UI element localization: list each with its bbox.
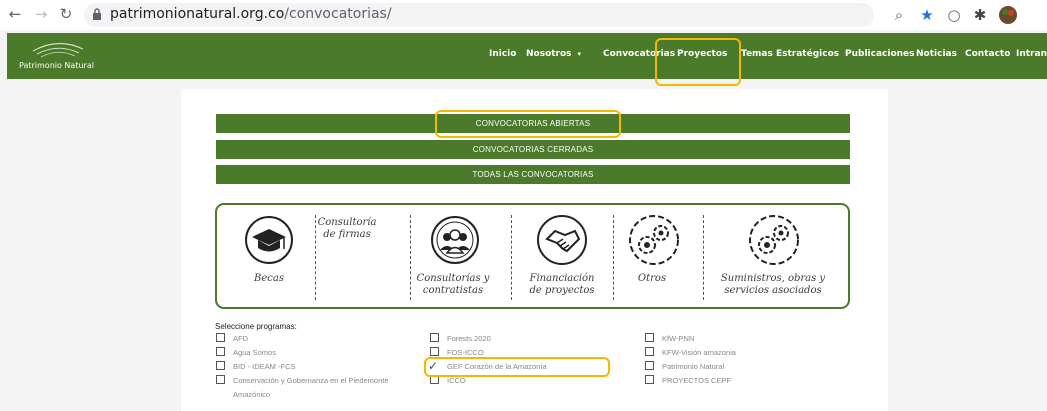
program-label: Amazónico xyxy=(233,390,271,399)
site-logo[interactable]: Patrimonio Natural xyxy=(19,39,99,73)
category-consultoria-firmas[interactable]: Consultoría de firmas xyxy=(317,217,377,241)
checkbox-fos-icco[interactable] xyxy=(430,347,439,356)
program-label: PROYECTOS CEPF xyxy=(662,376,732,385)
back-icon[interactable]: ← xyxy=(6,5,24,23)
category-financiacion[interactable]: Financiación de proyectos xyxy=(512,273,612,297)
puzzle-icon[interactable]: ✱ xyxy=(970,5,990,25)
site-header: Patrimonio Natural Inicio Nosotros ▾ Conv… xyxy=(7,33,1047,79)
nav-nosotros[interactable]: Nosotros ▾ xyxy=(526,49,581,59)
programs-title: Seleccione programas: xyxy=(215,322,297,331)
logo-mark-icon xyxy=(32,42,84,58)
gears-icon[interactable] xyxy=(747,213,801,267)
checkbox-afd[interactable] xyxy=(216,333,225,342)
category-consultorias-contratistas[interactable]: Consultorías y contratistas xyxy=(403,273,503,297)
lock-icon xyxy=(93,8,101,20)
checkbox-conservacion-gobernanza[interactable] xyxy=(216,375,225,384)
checkbox-forests-2020[interactable] xyxy=(430,333,439,342)
avatar[interactable] xyxy=(998,5,1018,25)
people-icon[interactable] xyxy=(430,215,480,265)
highlight-box xyxy=(655,38,741,86)
extension-circle-icon[interactable]: ○ xyxy=(944,5,964,25)
graduation-cap-icon[interactable] xyxy=(244,215,294,265)
reload-icon[interactable]: ↻ xyxy=(57,5,75,23)
nav-publicaciones[interactable]: Publicaciones xyxy=(845,49,915,59)
divider xyxy=(703,215,704,300)
checkbox-kfw-vision-amazonia[interactable] xyxy=(645,347,654,356)
nav-inicio[interactable]: Inicio xyxy=(489,49,516,59)
checkbox-proyectos-cepf[interactable] xyxy=(645,375,654,384)
divider xyxy=(315,215,316,300)
nav-intranet[interactable]: Intrane xyxy=(1016,49,1047,59)
chevron-down-icon: ▾ xyxy=(577,50,582,58)
browser-toolbar: ← → ↻ patrimonionatural.org.co/convocato… xyxy=(0,0,1047,30)
category-becas[interactable]: Becas xyxy=(234,273,304,285)
program-label: Patrimonio Natural xyxy=(662,362,725,371)
highlight-box xyxy=(435,110,621,138)
handshake-icon[interactable] xyxy=(535,213,589,267)
nav-noticias[interactable]: Noticias xyxy=(916,49,957,59)
closed-calls-button[interactable]: CONVOCATORIAS CERRADAS xyxy=(216,140,850,159)
program-label: Conservación y Gobernanza en el Piedemon… xyxy=(233,376,389,385)
program-label: KFW-Visión amazonia xyxy=(662,348,736,357)
logo-text: Patrimonio Natural xyxy=(19,61,94,70)
program-label: ICCO xyxy=(447,376,466,385)
checkbox-kfw-pnn[interactable] xyxy=(645,333,654,342)
program-label: AFD xyxy=(233,334,248,343)
category-suministros[interactable]: Suministros, obras y servicios asociados xyxy=(705,273,841,297)
category-otros[interactable]: Otros xyxy=(617,273,687,285)
star-icon[interactable]: ★ xyxy=(917,5,937,25)
category-box: Becas Consultoría de firmas Consultorías … xyxy=(215,203,850,309)
program-label: Agua Somos xyxy=(233,348,276,357)
divider xyxy=(613,215,614,300)
nav-contacto[interactable]: Contacto xyxy=(965,49,1010,59)
checkbox-agua-somos[interactable] xyxy=(216,347,225,356)
program-label: FOS-ICCO xyxy=(447,348,484,357)
nav-temas-estrategicos[interactable]: Temas Estratégicos ▾ xyxy=(741,49,849,59)
highlight-box xyxy=(424,357,610,377)
program-label: BID - IDEAM -FCS xyxy=(233,362,296,371)
checkbox-bid-ideam-fcs[interactable] xyxy=(216,361,225,370)
checkbox-patrimonio-natural[interactable] xyxy=(645,361,654,370)
gears-icon[interactable] xyxy=(627,213,681,267)
all-calls-button[interactable]: TODAS LAS CONVOCATORIAS xyxy=(216,165,850,184)
program-label: Forests 2020 xyxy=(447,334,491,343)
program-label: KfW-PNN xyxy=(662,334,695,343)
zoom-icon[interactable]: ⌕ xyxy=(889,5,909,25)
forward-icon[interactable]: → xyxy=(32,5,50,23)
url-text: patrimonionatural.org.co/convocatorias/ xyxy=(110,6,392,22)
